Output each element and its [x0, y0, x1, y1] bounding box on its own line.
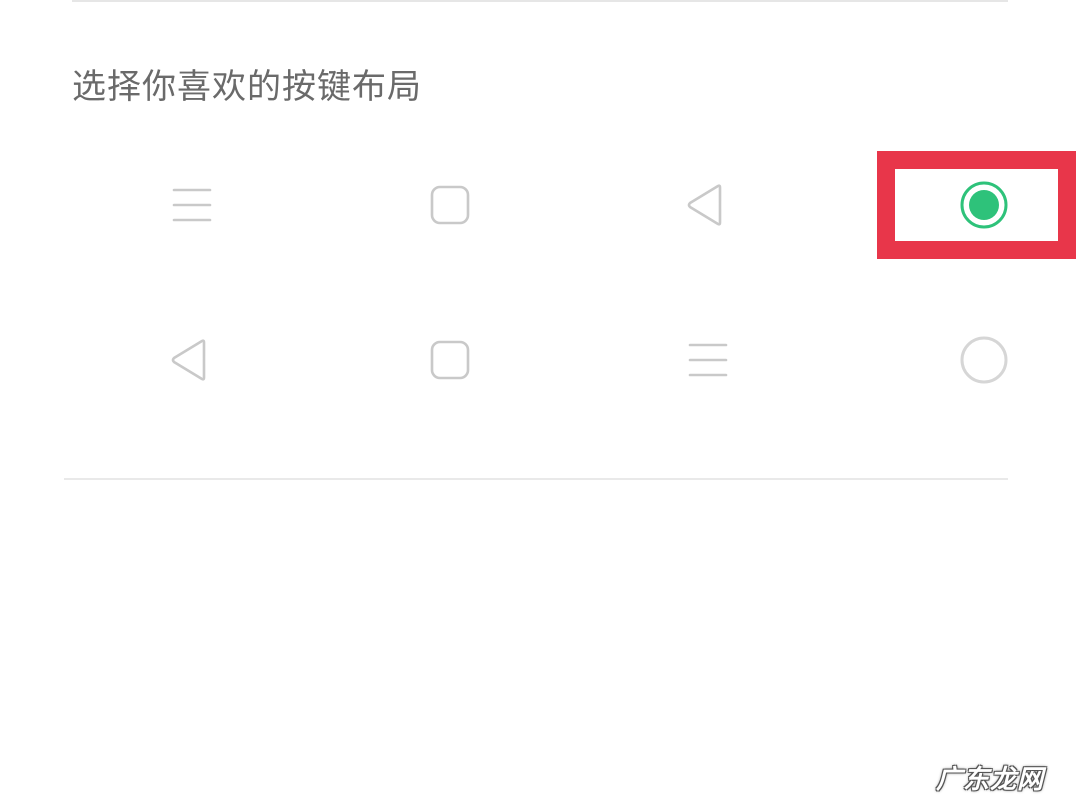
radio-checked-icon [960, 181, 1008, 229]
navigation-key-layout-settings: 选择你喜欢的按键布局 广东龙网 [0, 0, 1080, 810]
layout-radio-selected[interactable] [934, 155, 1034, 255]
back-triangle-icon [656, 155, 756, 255]
bottom-divider [64, 478, 1008, 480]
home-square-icon [400, 155, 500, 255]
home-square-icon [400, 310, 500, 410]
layout-option-back-home-menu[interactable] [0, 310, 1080, 410]
radio-unchecked-icon [960, 336, 1008, 384]
layout-option-menu-home-back[interactable] [0, 155, 1080, 255]
section-title: 选择你喜欢的按键布局 [72, 67, 422, 107]
menu-icon [142, 155, 242, 255]
menu-icon [658, 310, 758, 410]
back-triangle-icon [140, 310, 240, 410]
top-divider [72, 0, 1008, 2]
layout-radio-unselected[interactable] [934, 310, 1034, 410]
watermark-text: 广东龙网 [935, 765, 1044, 795]
